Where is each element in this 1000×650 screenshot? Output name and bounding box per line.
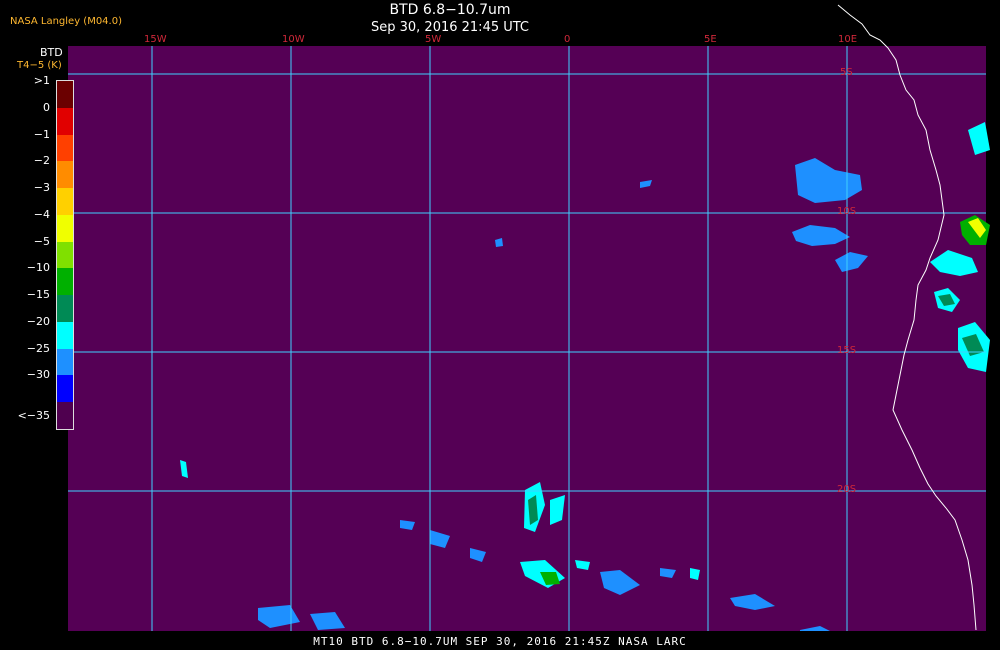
lon-label-10w: 10W bbox=[282, 34, 305, 45]
colorbar-label: −25 bbox=[26, 341, 50, 355]
colorbar-label: 0 bbox=[43, 100, 50, 114]
colorbar-label: −3 bbox=[33, 181, 50, 195]
lon-label-5e: 5E bbox=[704, 34, 717, 45]
map-title: BTD 6.8−10.7um bbox=[389, 2, 511, 18]
colorbar-label: −30 bbox=[26, 368, 50, 382]
colorbar-segment bbox=[57, 81, 73, 108]
lat-label-10s: 10S bbox=[837, 206, 857, 217]
colorbar-label: −4 bbox=[33, 207, 50, 221]
colorbar-segment bbox=[57, 134, 73, 162]
colorbar-label: −20 bbox=[26, 314, 50, 328]
colorbar-title: BTD bbox=[40, 46, 63, 59]
colorbar-segment bbox=[57, 161, 73, 189]
lon-label-15w: 15W bbox=[144, 34, 167, 45]
colorbar-segment bbox=[57, 188, 73, 215]
colorbar-label: −1 bbox=[33, 127, 50, 141]
colorbar-segment bbox=[57, 214, 73, 242]
footer-caption: MT10 BTD 6.8−10.7UM SEP 30, 2016 21:45Z … bbox=[313, 635, 687, 648]
satellite-map bbox=[68, 4, 990, 631]
lat-label-20s: 20S bbox=[837, 484, 857, 495]
lon-label-0: 0 bbox=[564, 34, 571, 45]
colorbar-segment bbox=[57, 295, 73, 322]
lat-label-5s: 5S bbox=[840, 67, 853, 78]
colorbar-label: −10 bbox=[26, 261, 50, 275]
colorbar-label: −15 bbox=[26, 288, 50, 302]
agency-label: NASA Langley (M04.0) bbox=[10, 16, 122, 27]
colorbar-segment bbox=[57, 348, 73, 376]
map-background bbox=[68, 46, 986, 631]
colorbar-units: T4−5 (K) bbox=[17, 60, 62, 71]
colorbar-label: >1 bbox=[33, 74, 50, 87]
colorbar-segment bbox=[57, 375, 73, 403]
colorbar-segment bbox=[57, 402, 73, 429]
colorbar-segment bbox=[57, 321, 73, 349]
colorbar-segment bbox=[57, 268, 73, 296]
colorbar bbox=[56, 80, 74, 430]
colorbar-label: −5 bbox=[33, 234, 50, 248]
colorbar-label: <−35 bbox=[17, 408, 50, 422]
map-timestamp: Sep 30, 2016 21:45 UTC bbox=[370, 20, 530, 35]
lat-label-15s: 15S bbox=[837, 345, 857, 356]
lon-label-5w: 5W bbox=[425, 34, 442, 45]
colorbar-segment bbox=[57, 241, 73, 269]
colorbar-segment bbox=[57, 107, 73, 135]
colorbar-label: −2 bbox=[33, 154, 50, 168]
lon-label-10e: 10E bbox=[838, 34, 858, 45]
